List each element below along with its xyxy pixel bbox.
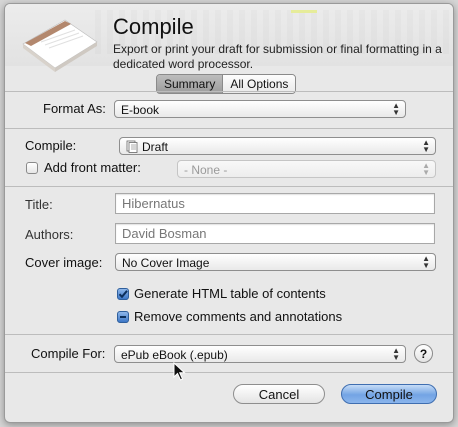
title-label: Title: — [25, 197, 53, 212]
compile-for-label: Compile For: — [31, 346, 106, 361]
front-matter-value: - None - — [184, 163, 228, 177]
dialog-title: Compile — [113, 14, 194, 39]
title-input[interactable]: Hibernatus — [115, 193, 435, 214]
popup-arrows-icon: ▲ ▼ — [422, 254, 430, 270]
mouse-pointer-icon — [173, 362, 186, 381]
cover-image-label: Cover image: — [25, 255, 103, 270]
compile-for-value: ePub eBook (.epub) — [121, 348, 228, 362]
cover-image-value: No Cover Image — [122, 256, 210, 270]
format-as-value: E-book — [121, 103, 160, 117]
compile-popup[interactable]: Draft ▲ ▼ — [119, 137, 436, 155]
dialog-subtitle: Export or print your draft for submissio… — [113, 42, 442, 71]
mixed-state-icon — [120, 316, 126, 318]
compile-button[interactable]: Compile — [341, 384, 437, 404]
header-highlight — [291, 10, 317, 13]
popup-arrows-icon: ▲ ▼ — [392, 101, 400, 117]
popup-arrows-icon: ▲ ▼ — [392, 346, 400, 362]
compile-for-popup[interactable]: ePub eBook (.epub) ▲ ▼ — [114, 345, 406, 363]
remove-comments-label: Remove comments and annotations — [134, 309, 343, 324]
generate-toc-label: Generate HTML table of contents — [134, 286, 326, 301]
authors-label: Authors: — [25, 227, 74, 242]
format-as-label: Format As: — [43, 101, 106, 116]
generate-toc-checkbox[interactable] — [117, 288, 129, 300]
front-matter-checkbox[interactable] — [26, 162, 38, 174]
front-matter-label: Add front matter: — [44, 160, 141, 175]
cancel-button[interactable]: Cancel — [233, 384, 325, 404]
divider — [5, 372, 453, 373]
authors-placeholder: David Bosman — [122, 226, 207, 241]
format-as-popup[interactable]: E-book ▲ ▼ — [114, 100, 406, 118]
remove-comments-checkbox[interactable] — [117, 311, 129, 323]
help-button[interactable]: ? — [414, 344, 433, 363]
divider — [5, 91, 453, 92]
divider — [5, 128, 453, 129]
authors-input[interactable]: David Bosman — [115, 223, 435, 244]
cover-image-popup[interactable]: No Cover Image ▲ ▼ — [115, 253, 436, 271]
draft-folder-icon — [126, 140, 138, 153]
divider — [5, 334, 453, 335]
front-matter-popup: - None - ▲ ▼ — [177, 160, 436, 178]
compile-label: Compile: — [25, 138, 77, 153]
popup-arrows-icon: ▲ ▼ — [422, 138, 430, 154]
title-placeholder: Hibernatus — [122, 196, 185, 211]
compile-value: Draft — [142, 140, 169, 154]
divider — [5, 186, 453, 187]
document-stack-icon — [22, 19, 98, 72]
popup-arrows-icon: ▲ ▼ — [422, 161, 430, 177]
checkmark-icon — [118, 290, 128, 299]
compile-dialog: Compile Export or print your draft for s… — [4, 3, 454, 423]
